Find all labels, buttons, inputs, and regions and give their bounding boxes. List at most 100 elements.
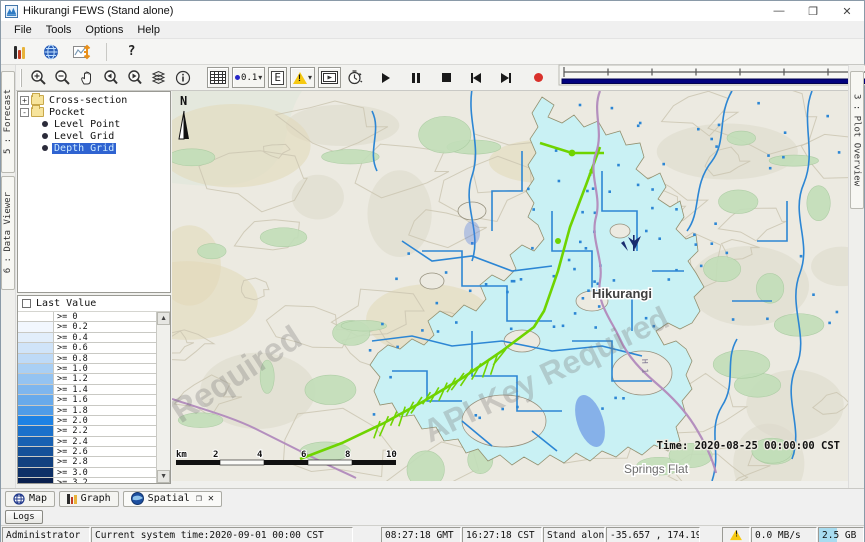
legend-value-label: >= 2.2 — [54, 426, 156, 435]
legend-value-label: >= 0 — [54, 312, 156, 321]
legend-color-swatch — [18, 333, 54, 342]
collapse-icon[interactable]: - — [20, 108, 29, 117]
record-button[interactable] — [528, 67, 549, 88]
tab-map[interactable]: Map — [5, 491, 55, 507]
tab-graph[interactable]: Graph — [59, 491, 119, 507]
bottom-tab-bar: Map Graph Spatial ❐ ✕ — [1, 488, 864, 508]
timeseries-chart-icon[interactable] — [71, 41, 92, 62]
tree-item-depth-grid[interactable]: Depth Grid — [20, 142, 170, 154]
close-button[interactable]: ✕ — [830, 1, 864, 21]
zoom-next-icon[interactable] — [124, 67, 145, 88]
window-title: Hikurangi FEWS (Stand alone) — [23, 5, 173, 17]
globe-solid-icon — [131, 492, 144, 505]
menu-tools[interactable]: Tools — [39, 23, 79, 37]
tree-item-cross-section[interactable]: + Cross-section — [20, 94, 170, 106]
legend-value-label: >= 3.0 — [54, 468, 156, 477]
legend-value-label: >= 0.6 — [54, 343, 156, 352]
tree-item-pocket[interactable]: - Pocket — [20, 106, 170, 118]
menu-options[interactable]: Options — [78, 23, 130, 37]
logs-button[interactable]: Logs — [5, 510, 43, 524]
legend-color-swatch — [18, 457, 54, 466]
grid-display-button[interactable] — [207, 67, 229, 88]
legend-color-swatch — [18, 343, 54, 352]
info-icon[interactable] — [172, 67, 193, 88]
title-bar: Hikurangi FEWS (Stand alone) — ❐ ✕ — [1, 1, 864, 21]
status-gmt-time: 08:27:18 GMT — [381, 527, 461, 542]
legend-color-swatch — [18, 312, 54, 321]
tree-item-level-point[interactable]: Level Point — [20, 118, 170, 130]
menu-file[interactable]: File — [7, 23, 39, 37]
legend-value-label: >= 1.4 — [54, 385, 156, 394]
legend-header: Last Value — [18, 296, 170, 312]
legend-value-label: >= 2.6 — [54, 447, 156, 456]
legend-row: >= 3.2 — [18, 478, 156, 483]
warning-triangle-icon — [293, 72, 307, 84]
town-label: Hikurangi — [592, 286, 652, 301]
stop-button[interactable] — [436, 67, 457, 88]
skip-to-end-button[interactable] — [496, 67, 517, 88]
tab-data-viewer[interactable]: 6 : Data Viewer — [1, 176, 15, 290]
legend-color-swatch — [18, 395, 54, 404]
play-button[interactable] — [376, 67, 397, 88]
legend-value-label: >= 1.0 — [54, 364, 156, 373]
labels-toggle-button[interactable]: E — [268, 67, 287, 88]
status-system-time: Current system time:2020-09-01 00:00 CST — [91, 527, 353, 542]
zoom-in-icon[interactable] — [28, 67, 49, 88]
maximize-button[interactable]: ❐ — [796, 1, 830, 21]
app-window: Hikurangi FEWS (Stand alone) — ❐ ✕ File … — [0, 0, 865, 542]
legend-row: >= 1.6 — [18, 395, 156, 405]
tab-spatial[interactable]: Spatial ❐ ✕ — [123, 491, 222, 507]
scroll-down-icon[interactable]: ▼ — [157, 470, 170, 483]
expand-icon[interactable]: + — [20, 96, 29, 105]
layers-icon[interactable] — [148, 67, 169, 88]
last-value-label: Last Value — [36, 298, 96, 309]
skip-to-start-button[interactable] — [466, 67, 487, 88]
menu-help[interactable]: Help — [130, 23, 167, 37]
thresholds-dropdown[interactable]: ▾ — [290, 67, 315, 88]
legend-color-swatch — [18, 437, 54, 446]
time-slider[interactable] — [558, 64, 865, 91]
globe-map-icon[interactable] — [40, 41, 61, 62]
legend-row: >= 0.6 — [18, 343, 156, 353]
legend-panel: Last Value >= 0 — [17, 295, 171, 484]
legend-row: >= 1.2 — [18, 374, 156, 384]
animation-timer-icon[interactable] — [344, 67, 365, 88]
legend-color-swatch — [18, 478, 54, 483]
svg-text:10: 10 — [386, 450, 397, 460]
zoom-previous-icon[interactable] — [100, 67, 121, 88]
legend-color-swatch — [18, 447, 54, 456]
road-label: H 1 — [640, 359, 650, 374]
help-icon[interactable]: ? — [121, 41, 142, 62]
animation-window-button[interactable] — [318, 67, 341, 88]
last-value-checkbox[interactable] — [22, 299, 31, 308]
contour-interval-dropdown[interactable]: 0.1 ▾ — [232, 67, 265, 88]
legend-value-label: >= 0.2 — [54, 322, 156, 331]
legend-value-label: >= 1.8 — [54, 406, 156, 415]
database-icon[interactable] — [9, 41, 30, 62]
scroll-up-icon[interactable]: ▲ — [157, 312, 170, 325]
legend-value-label: >= 2.4 — [54, 437, 156, 446]
pause-button[interactable] — [406, 67, 427, 88]
map-toolbar: 0.1 ▾ E ▾ — [16, 65, 848, 91]
legend-scrollbar[interactable]: ▲ ▼ — [156, 312, 170, 483]
status-warning[interactable] — [722, 527, 750, 542]
toolbar-separator — [106, 43, 107, 61]
status-download-speed: 0.0 MB/s — [751, 527, 817, 542]
spatial-map-view[interactable]: H 1 API Key Required API Key Required — [172, 91, 848, 488]
zoom-out-icon[interactable] — [52, 67, 73, 88]
legend-value-label: >= 2.0 — [54, 416, 156, 425]
legend-row: >= 2.4 — [18, 437, 156, 447]
close-panel-icon[interactable]: ✕ — [208, 493, 214, 504]
legend-color-swatch — [18, 426, 54, 435]
tree-item-level-grid[interactable]: Level Grid — [20, 130, 170, 142]
float-panel-icon[interactable]: ❐ — [196, 493, 202, 504]
minimize-button[interactable]: — — [762, 1, 796, 21]
tab-plot-overview[interactable]: 3 : Plot Overview — [850, 71, 864, 209]
folder-icon — [31, 95, 44, 105]
pan-hand-icon[interactable] — [76, 67, 97, 88]
tab-forecast[interactable]: 5 : Forecast — [1, 71, 15, 173]
warning-triangle-icon — [730, 530, 742, 540]
svg-text:8: 8 — [345, 450, 350, 460]
legend-value-label: >= 3.2 — [54, 478, 156, 483]
toolbar-grip[interactable] — [20, 69, 22, 87]
